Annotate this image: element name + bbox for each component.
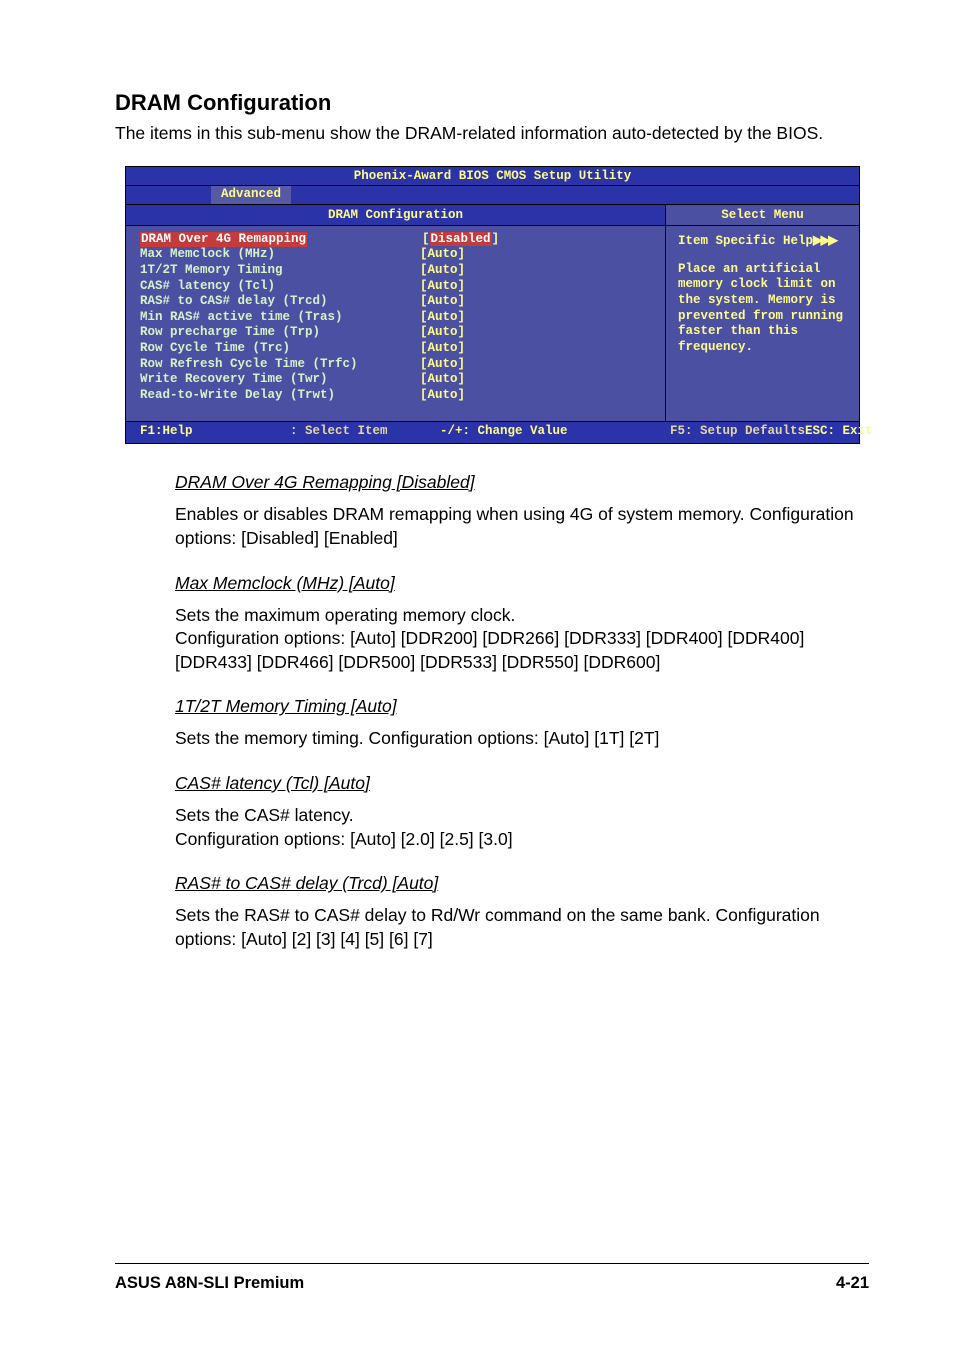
bios-key-select-item: : Select Item [290,424,440,440]
setting-row: Row Cycle Time (Trc)[Auto] [140,341,655,357]
bios-help-title: Item Specific Help [678,234,813,248]
bios-tab-bar: Advanced [126,186,859,204]
setting-label: Row precharge Time (Trp) [140,325,420,341]
item-description: Sets the maximum operating memory clock.… [175,604,874,675]
setting-label: CAS# latency (Tcl) [140,279,420,295]
item-description: Sets the CAS# latency. Configuration opt… [175,804,874,851]
bios-left-header: DRAM Configuration [126,205,666,225]
section-intro: The items in this sub-menu show the DRAM… [115,122,874,146]
item-description: Sets the memory timing. Configuration op… [175,727,874,751]
setting-label: Row Cycle Time (Trc) [140,341,420,357]
setting-row: Write Recovery Time (Twr)[Auto] [140,372,655,388]
item-heading: RAS# to CAS# delay (Trcd) [Auto] [175,873,874,894]
bios-key-change: -/+: Change Value [440,424,670,440]
setting-label: DRAM Over 4G Remapping [140,232,307,248]
setting-value: [Auto] [420,279,465,295]
setting-label: Max Memclock (MHz) [140,247,420,263]
setting-value: [Auto] [420,325,465,341]
bios-tab-advanced: Advanced [211,186,291,204]
bios-title: Phoenix-Award BIOS CMOS Setup Utility [126,167,859,186]
setting-row: Min RAS# active time (Tras)[Auto] [140,310,655,326]
setting-row: DRAM Over 4G Remapping [Disabled] [140,232,655,248]
setting-value: [Auto] [420,388,465,404]
setting-row: 1T/2T Memory Timing[Auto] [140,263,655,279]
setting-label: Min RAS# active time (Tras) [140,310,420,326]
setting-row: Read-to-Write Delay (Trwt)[Auto] [140,388,655,404]
setting-row: CAS# latency (Tcl)[Auto] [140,279,655,295]
setting-label: Write Recovery Time (Twr) [140,372,420,388]
item-description: Sets the RAS# to CAS# delay to Rd/Wr com… [175,904,874,951]
page-footer: ASUS A8N-SLI Premium 4-21 [0,1263,954,1293]
item-heading: DRAM Over 4G Remapping [Disabled] [175,472,874,493]
item-heading: 1T/2T Memory Timing [Auto] [175,696,874,717]
setting-row: Row Refresh Cycle Time (Trfc)[Auto] [140,357,655,373]
bios-key-help: F1:Help [140,424,290,440]
bios-key-exit: ESC: Exit [805,424,954,440]
setting-value: [Auto] [420,341,465,357]
bios-key-defaults: F5: Setup Defaults [670,424,805,440]
bios-help-body: Place an artificial memory clock limit o… [678,262,849,356]
bios-screenshot: Phoenix-Award BIOS CMOS Setup Utility Ad… [125,166,860,445]
footer-product: ASUS A8N-SLI Premium [115,1274,304,1293]
setting-label: Read-to-Write Delay (Trwt) [140,388,420,404]
arrow-icon: ▶▶▶ [813,234,836,248]
bios-settings-list: DRAM Over 4G Remapping [Disabled]Max Memc… [126,226,666,421]
setting-label: Row Refresh Cycle Time (Trfc) [140,357,420,373]
bios-right-header: Select Menu [666,205,859,225]
setting-value: [Auto] [420,310,465,326]
setting-label: 1T/2T Memory Timing [140,263,420,279]
footer-pagenum: 4-21 [836,1274,869,1293]
setting-value: [Auto] [420,372,465,388]
setting-value: [Auto] [420,247,465,263]
setting-row: RAS# to CAS# delay (Trcd)[Auto] [140,294,655,310]
setting-value: [Auto] [420,357,465,373]
setting-value: [Auto] [420,263,465,279]
item-heading: CAS# latency (Tcl) [Auto] [175,773,874,794]
bios-help-panel: Item Specific Help▶▶▶ Place an artificia… [666,226,859,421]
setting-row: Row precharge Time (Trp)[Auto] [140,325,655,341]
section-title: DRAM Configuration [115,90,874,116]
setting-label: RAS# to CAS# delay (Trcd) [140,294,420,310]
item-description: Enables or disables DRAM remapping when … [175,503,874,550]
setting-value: [Disabled] [422,232,499,248]
setting-row: Max Memclock (MHz)[Auto] [140,247,655,263]
bios-footer: F1:Help : Select Item -/+: Change Value … [126,422,859,444]
item-heading: Max Memclock (MHz) [Auto] [175,573,874,594]
setting-value: [Auto] [420,294,465,310]
